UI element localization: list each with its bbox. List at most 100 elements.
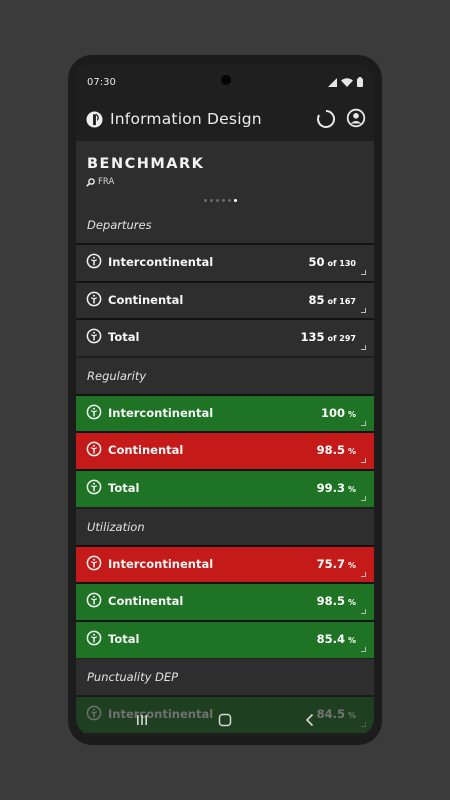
kpi-row[interactable]: Continental 98.5% [76,582,374,621]
kpi-value-number: 99.3 [316,481,345,495]
kpi-value-unit: of 297 [327,334,356,344]
kpi-value-unit: % [347,560,356,570]
benchmark-airport: FRA [86,177,114,187]
kpi-value: 85 of 167 [309,293,356,307]
page-indicator [204,199,237,202]
phone-frame: 07:30 Information Design BENCHMARK FRA D… [68,55,382,745]
page-dot [222,199,225,202]
benchmark-card[interactable]: BENCHMARK FRA [76,141,374,207]
app-bar: Information Design [76,104,374,144]
kpi-value-unit: % [347,635,356,645]
expand-corner-icon [361,609,366,615]
expand-corner-icon [361,646,366,652]
kpi-value: 50 of 130 [309,255,356,269]
kpi-label: Total [108,481,140,495]
kpi-value-number: 75.7 [316,556,345,571]
page-dot [204,199,207,202]
expand-corner-icon [361,458,366,464]
wifi-icon [341,77,353,87]
kpi-row[interactable]: Intercontinental 50 of 130 [76,243,374,281]
kpi-row[interactable]: Total 99.3% [76,469,374,507]
expand-corner-icon [361,307,366,313]
kpi-value-number: 50 [308,255,325,269]
kpi-label: Intercontinental [108,405,214,420]
kpi-row[interactable]: Intercontinental 75.7% [76,544,374,583]
info-icon[interactable] [86,328,102,344]
kpi-row[interactable]: Continental 98.5% [76,431,374,470]
account-icon[interactable] [346,108,366,128]
kpi-value-unit: of 167 [327,296,356,306]
kpi-value-number: 100 [320,405,345,420]
kpi-row[interactable]: Total 85.4% [76,619,374,658]
expand-corner-icon [361,420,366,426]
section-title: Punctuality DEP [87,670,179,685]
kpi-value: 100% [321,406,356,420]
kpi-label: Continental [108,443,184,458]
screen: 07:30 Information Design BENCHMARK FRA D… [76,64,374,736]
info-icon[interactable] [86,479,102,495]
recent-apps-icon[interactable] [135,713,149,727]
back-icon[interactable] [303,713,317,727]
kpi-value-number: 98.5 [316,594,345,609]
kpi-row[interactable]: Intercontinental 100% [76,393,374,432]
kpi-value-unit: of 130 [327,259,356,268]
info-icon[interactable] [86,253,102,269]
app-logo-icon [86,111,103,128]
page-dot [216,199,219,202]
kpi-value-unit: % [347,598,356,608]
info-icon[interactable] [86,592,102,608]
app-title: Information Design [110,110,262,128]
airport-code: FRA [98,177,115,187]
kpi-value-number: 85.4 [316,631,345,646]
kpi-label: Continental [108,292,184,307]
search-icon [86,177,95,187]
section-header: Regularity [76,357,374,394]
kpi-value-unit: % [347,485,356,494]
kpi-value: 98.5% [317,443,356,457]
kpi-value-number: 98.5 [316,443,345,458]
section-title: Utilization [87,519,145,534]
kpi-value: 85.4% [317,632,356,646]
expand-corner-icon [361,270,366,275]
section-title: Regularity [87,368,147,383]
system-icons [328,77,363,87]
kpi-value: 98.5% [317,594,356,608]
page-dot [234,199,237,202]
page-dot [228,199,231,202]
expand-corner-icon [361,571,366,577]
kpi-value-unit: % [347,409,356,419]
signal-icon [328,77,337,87]
camera-cutout [221,75,231,85]
kpi-label: Continental [108,594,184,609]
info-icon[interactable] [86,555,102,571]
expand-corner-icon [361,496,366,501]
kpi-value-number: 135 [300,330,325,345]
status-time: 07:30 [87,77,116,88]
system-nav-bar [76,704,374,736]
info-icon[interactable] [86,630,102,646]
kpi-label: Total [108,330,140,345]
section-header: Utilization [76,508,374,545]
page-dot [210,199,213,202]
kpi-row[interactable]: Continental 85 of 167 [76,280,374,319]
battery-icon [357,77,363,87]
home-icon[interactable] [218,713,232,727]
kpi-value: 99.3% [317,481,356,495]
expand-corner-icon [361,345,366,351]
kpi-value-unit: % [347,447,356,457]
section-title: Departures [87,218,152,232]
kpi-label: Intercontinental [108,255,214,269]
info-icon[interactable] [86,291,102,307]
section-header: Punctuality DEP [76,659,374,696]
info-icon[interactable] [86,441,102,457]
refresh-icon[interactable] [315,108,337,130]
kpi-value: 135 of 297 [301,330,356,344]
info-icon[interactable] [86,404,102,420]
section-header: Departures [76,207,374,243]
kpi-row[interactable]: Total 135 of 297 [76,318,374,357]
benchmark-title: BENCHMARK [87,156,205,172]
status-bar: 07:30 [76,64,374,104]
kpi-value: 75.7% [317,557,356,571]
content: BENCHMARK FRA Departures Intercontinental… [76,141,374,736]
kpi-label: Intercontinental [108,556,214,571]
